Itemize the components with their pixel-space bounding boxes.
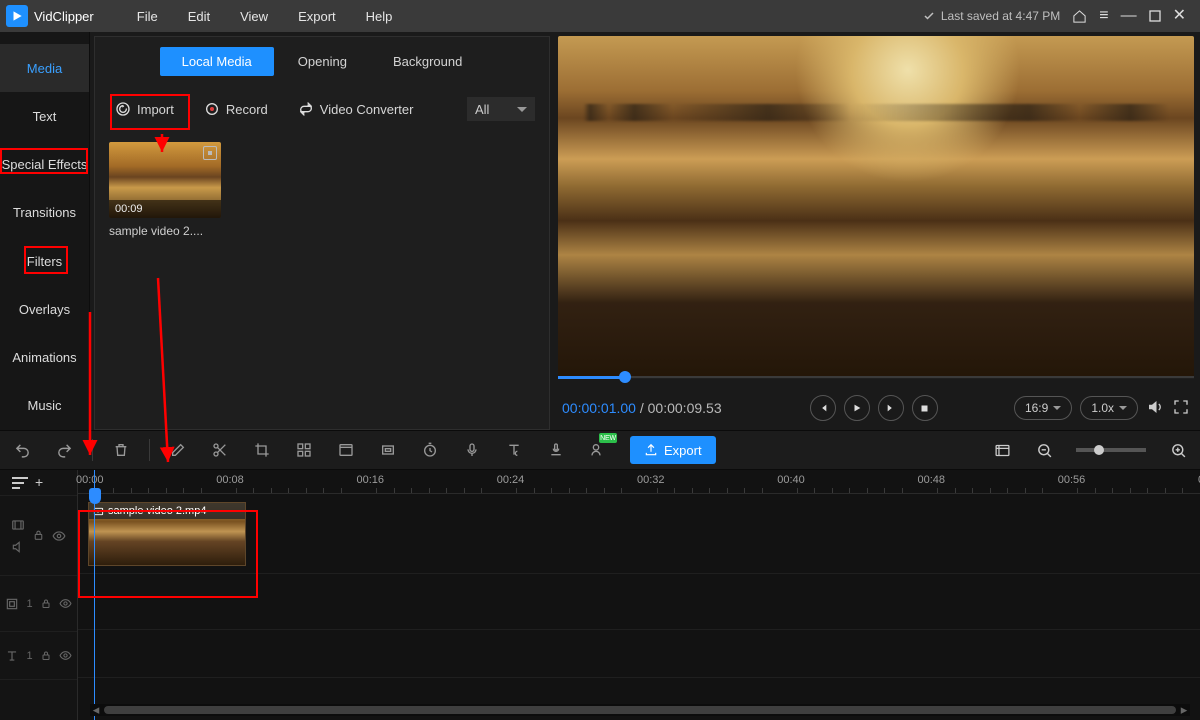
- track-options-icon[interactable]: [12, 477, 28, 489]
- app-name: VidClipper: [34, 9, 94, 24]
- subtab-background[interactable]: Background: [371, 47, 484, 76]
- leftrail-text[interactable]: Text: [0, 92, 89, 140]
- preview-scrubber[interactable]: [558, 370, 1194, 386]
- export-icon: [644, 443, 658, 457]
- leftrail-animations[interactable]: Animations: [0, 334, 89, 382]
- menu-edit[interactable]: Edit: [188, 9, 210, 24]
- delete-icon[interactable]: [111, 440, 131, 460]
- subtab-opening[interactable]: Opening: [276, 47, 369, 76]
- aspect-ratio-dropdown[interactable]: 16:9: [1014, 396, 1072, 420]
- speech-to-text-icon[interactable]: [546, 440, 566, 460]
- volume-icon[interactable]: [1146, 398, 1164, 419]
- maximize-icon[interactable]: [1149, 10, 1161, 22]
- import-button[interactable]: Import: [109, 97, 180, 121]
- menu-file[interactable]: File: [137, 9, 158, 24]
- zoom-icon[interactable]: [378, 440, 398, 460]
- overlay-track-1[interactable]: [78, 574, 1200, 630]
- render-cache-icon[interactable]: [992, 440, 1012, 460]
- redo-icon[interactable]: [54, 440, 74, 460]
- record-button[interactable]: Record: [198, 97, 274, 121]
- timeline-scrollbar[interactable]: ◂ ▸: [90, 704, 1190, 716]
- fullscreen-icon[interactable]: [1172, 398, 1190, 419]
- leftrail-overlays[interactable]: Overlays: [0, 285, 89, 333]
- preview-timecode: 00:00:01.00 / 00:00:09.53: [562, 400, 722, 416]
- text-to-speech-icon[interactable]: [504, 440, 524, 460]
- timeline-ruler[interactable]: 00:0000:0800:1600:2400:3200:4000:4800:56…: [78, 474, 1200, 494]
- export-button[interactable]: Export: [630, 436, 716, 464]
- freeze-frame-icon[interactable]: [336, 440, 356, 460]
- timeline-playhead[interactable]: [94, 470, 95, 720]
- duration-icon[interactable]: [420, 440, 440, 460]
- home-icon[interactable]: [1072, 9, 1087, 24]
- edit-icon[interactable]: [168, 440, 188, 460]
- autosave-status: Last saved at 4:47 PM: [923, 9, 1060, 23]
- timeline-toolbar: NEW Export: [0, 430, 1200, 470]
- next-frame-button[interactable]: [878, 395, 904, 421]
- stop-button[interactable]: [912, 395, 938, 421]
- preview-panel: 00:00:01.00 / 00:00:09.53 16:9 1.0x: [550, 32, 1200, 430]
- import-icon: [115, 101, 131, 117]
- menu-view[interactable]: View: [240, 9, 268, 24]
- window-menu-icon[interactable]: ≡: [1099, 8, 1108, 24]
- ai-feature-icon[interactable]: NEW: [588, 440, 608, 460]
- thumbnail-marker-icon: [203, 146, 217, 160]
- converter-icon: [298, 101, 314, 117]
- split-icon[interactable]: [210, 440, 230, 460]
- mosaic-icon[interactable]: [294, 440, 314, 460]
- leftrail-transitions[interactable]: Transitions: [0, 189, 89, 237]
- timeline: + 1 1 00:0000:0800:160: [0, 470, 1200, 720]
- timeline-zoom-slider[interactable]: [1076, 448, 1146, 452]
- leftrail-media[interactable]: Media: [0, 44, 89, 92]
- video-track-1[interactable]: sample video 2.mp4: [78, 494, 1200, 574]
- preview-video[interactable]: [558, 36, 1194, 378]
- undo-icon[interactable]: [12, 440, 32, 460]
- thumbnail-duration: 00:09: [109, 200, 221, 218]
- close-icon[interactable]: ✕: [1173, 8, 1186, 24]
- play-button[interactable]: [844, 395, 870, 421]
- media-panel: Local Media Opening Background Import Re…: [94, 36, 550, 430]
- record-icon: [204, 101, 220, 117]
- text-track-1[interactable]: [78, 630, 1200, 678]
- media-thumbnail[interactable]: 00:09: [109, 142, 221, 218]
- menu-bar: VidClipper File Edit View Export Help La…: [0, 0, 1200, 32]
- leftrail-filters[interactable]: Filters: [0, 237, 89, 285]
- menu-export[interactable]: Export: [298, 9, 336, 24]
- subtab-local[interactable]: Local Media: [160, 47, 274, 76]
- minimize-icon[interactable]: —: [1121, 8, 1137, 24]
- playback-speed-dropdown[interactable]: 1.0x: [1080, 396, 1138, 420]
- media-filter-dropdown[interactable]: All: [467, 97, 535, 121]
- left-rail: Media Text Special Effects Transitions F…: [0, 32, 90, 430]
- thumbnail-name: sample video 2....: [109, 224, 221, 238]
- video-converter-button[interactable]: Video Converter: [292, 97, 420, 121]
- menu-help[interactable]: Help: [366, 9, 393, 24]
- new-badge: NEW: [599, 433, 617, 443]
- prev-frame-button[interactable]: [810, 395, 836, 421]
- leftrail-special-effects[interactable]: Special Effects: [0, 141, 89, 189]
- zoom-in-icon[interactable]: [1168, 440, 1188, 460]
- zoom-out-icon[interactable]: [1034, 440, 1054, 460]
- chevron-down-icon: [517, 107, 527, 112]
- app-logo: [6, 5, 28, 27]
- leftrail-music[interactable]: Music: [0, 382, 89, 430]
- voiceover-icon[interactable]: [462, 440, 482, 460]
- timeline-clip[interactable]: sample video 2.mp4: [88, 502, 246, 566]
- crop-icon[interactable]: [252, 440, 272, 460]
